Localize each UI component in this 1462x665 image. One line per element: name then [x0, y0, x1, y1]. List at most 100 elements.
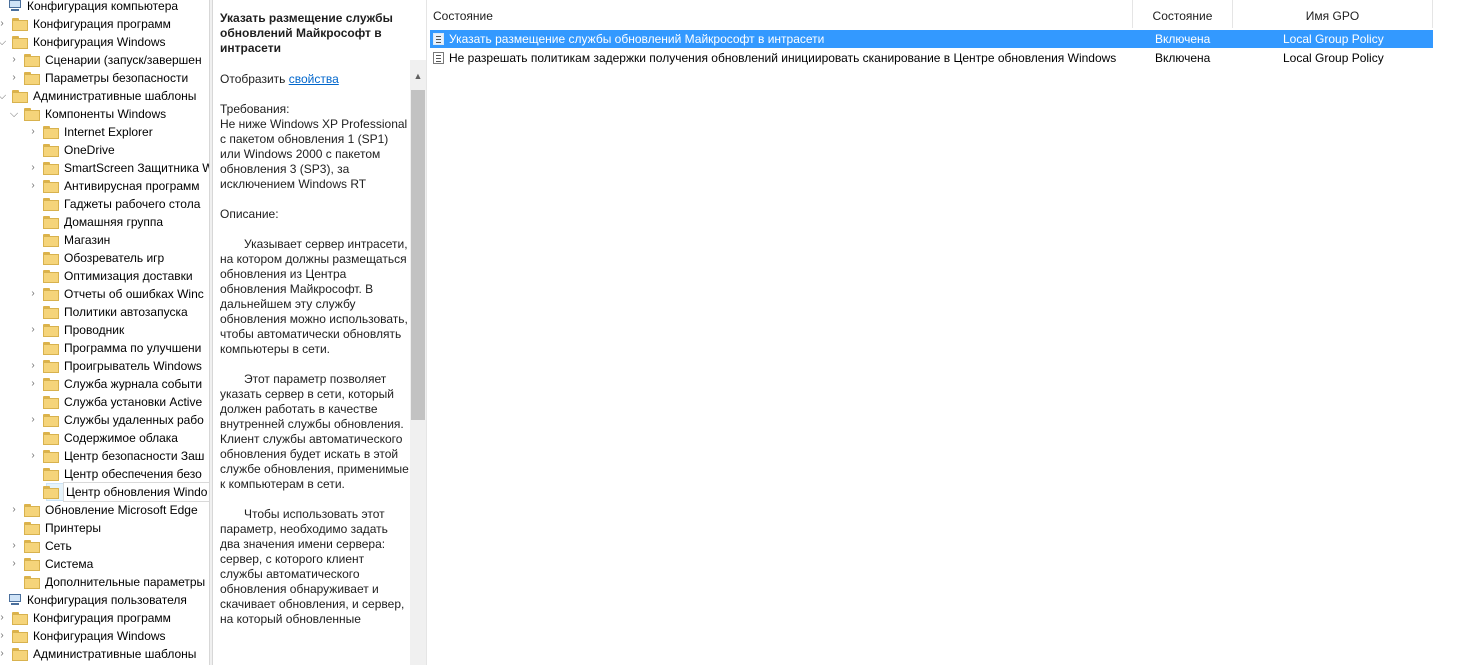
tree-item[interactable]: › Сценарии (запуск/завершен — [8, 51, 202, 69]
tree-item[interactable]: ⌵ Конфигурация Windows — [0, 33, 166, 51]
chevron-right-icon[interactable]: › — [27, 411, 39, 429]
chevron-down-icon[interactable]: ⌵ — [0, 87, 8, 105]
tree-item[interactable]: Служба установки Active — [27, 393, 202, 411]
folder-icon — [12, 647, 28, 661]
chevron-right-icon[interactable]: › — [27, 357, 39, 375]
tree-splitter[interactable] — [209, 0, 213, 665]
tree-item[interactable]: Гаджеты рабочего стола — [27, 195, 200, 213]
column-header-state[interactable]: Состояние — [1133, 0, 1233, 28]
tree-item[interactable]: Магазин — [27, 231, 110, 249]
chevron-right-icon[interactable]: › — [0, 645, 8, 663]
policy-row[interactable]: Указать размещение службы обновлений Май… — [430, 30, 1433, 48]
tree-item[interactable]: ⌵ Компоненты Windows — [8, 105, 166, 123]
tree-item-label: Административные шаблоны — [33, 647, 197, 661]
chevron-right-icon[interactable]: › — [8, 69, 20, 87]
chevron-right-icon[interactable]: › — [27, 285, 39, 303]
folder-icon — [43, 251, 59, 265]
tree-item-label: Конфигурация программ — [33, 611, 171, 625]
tree-item[interactable]: › Конфигурация Windows — [0, 627, 165, 645]
properties-link[interactable]: свойства — [289, 72, 339, 86]
tree-item[interactable]: › SmartScreen Защитника W — [27, 159, 209, 177]
policy-row[interactable]: Не разрешать политикам задержки получени… — [430, 49, 1433, 67]
tree-item[interactable]: › Службы удаленных рабо — [27, 411, 204, 429]
tree-item[interactable]: Обозреватель игр — [27, 249, 164, 267]
tree-item[interactable]: Содержимое облака — [27, 429, 178, 447]
policy-name: Не разрешать политикам задержки получени… — [449, 51, 1117, 65]
policy-list[interactable]: Состояние Состояние Имя GPO Указать разм… — [427, 0, 1462, 665]
column-header-gpo[interactable]: Имя GPO — [1233, 0, 1433, 28]
chevron-right-icon[interactable]: › — [27, 321, 39, 339]
tree-item[interactable]: Конфигурация пользователя — [0, 591, 187, 609]
tree-item[interactable]: › Обновление Microsoft Edge — [8, 501, 197, 519]
chevron-right-icon[interactable]: › — [27, 159, 39, 177]
chevron-right-icon[interactable]: › — [0, 627, 8, 645]
chevron-right-icon[interactable]: › — [0, 609, 8, 627]
tree-item[interactable]: ⌵ Административные шаблоны — [0, 87, 196, 105]
tree-item[interactable]: › Центр безопасности Заш — [27, 447, 204, 465]
policy-state: Включена — [1155, 32, 1211, 46]
chevron-right-icon[interactable]: › — [8, 51, 20, 69]
tree-item[interactable]: Центр обеспечения безо — [27, 465, 202, 483]
tree-item-label: Домашняя группа — [64, 215, 164, 229]
description-para-1: Указывает сервер интрасети, на котором д… — [220, 237, 408, 356]
tree-item-label: Отчеты об ошибках Winc — [64, 287, 204, 301]
chevron-right-icon[interactable]: › — [27, 123, 39, 141]
tree-item[interactable]: › Проводник — [27, 321, 124, 339]
tree-item[interactable]: Политики автозапуска — [27, 303, 188, 321]
policy-tree[interactable]: Конфигурация компьютера › Конфигурация про… — [0, 0, 209, 665]
chevron-right-icon[interactable]: › — [8, 537, 20, 555]
tree-item[interactable]: Центр обновления Windo — [27, 482, 209, 502]
tree-item[interactable]: › Конфигурация программ — [0, 15, 171, 33]
tree-item[interactable]: Принтеры — [8, 519, 101, 537]
tree-item[interactable]: › Административные шаблоны — [0, 645, 196, 663]
tree-item-label: Содержимое облака — [64, 431, 178, 445]
tree-item[interactable]: Программа по улучшени — [27, 339, 201, 357]
tree-item-label: Службы удаленных рабо — [64, 413, 204, 427]
description-scrollbar[interactable]: ▲ — [410, 60, 426, 665]
scroll-up-icon[interactable]: ▲ — [410, 68, 426, 84]
tree-item[interactable]: › Проигрыватель Windows — [27, 357, 202, 375]
tree-item[interactable]: › Параметры безопасности — [8, 69, 188, 87]
chevron-right-icon[interactable]: › — [27, 177, 39, 195]
folder-icon — [43, 323, 59, 337]
chevron-right-icon[interactable]: › — [27, 447, 39, 465]
tree-item[interactable]: Конфигурация компьютера — [0, 0, 178, 15]
folder-icon — [43, 377, 59, 391]
tree-item[interactable]: › Система — [8, 555, 93, 573]
folder-icon — [12, 611, 28, 625]
tree-item[interactable]: › Internet Explorer — [27, 123, 153, 141]
chevron-right-icon[interactable]: › — [27, 375, 39, 393]
tree-item[interactable]: OneDrive — [27, 141, 115, 159]
scroll-thumb[interactable] — [411, 90, 425, 420]
requirements-label: Требования: — [220, 102, 290, 116]
chevron-right-icon[interactable]: › — [0, 15, 8, 33]
chevron-down-icon[interactable]: ⌵ — [8, 105, 20, 123]
tree-item[interactable]: › Служба журнала событи — [27, 375, 202, 393]
tree-item[interactable]: Домашняя группа — [27, 213, 163, 231]
chevron-right-icon[interactable]: › — [8, 555, 20, 573]
tree-item[interactable]: Дополнительные параметры — [8, 573, 205, 591]
tree-item[interactable]: Оптимизация доставки — [27, 267, 193, 285]
tree-item-label: Дополнительные параметры — [45, 575, 206, 589]
tree-item[interactable]: › Отчеты об ошибках Winc — [27, 285, 204, 303]
policy-setting-icon — [433, 33, 444, 45]
show-properties: Отобразить свойства — [220, 72, 339, 86]
computer-icon — [8, 0, 22, 12]
column-header-name[interactable]: Состояние — [427, 0, 1133, 28]
policy-gpo: Local Group Policy — [1283, 51, 1384, 65]
chevron-down-icon[interactable]: ⌵ — [0, 33, 8, 51]
tree-item[interactable]: › Сеть — [8, 537, 71, 555]
tree-item-label: Конфигурация Windows — [33, 35, 166, 49]
tree-item-label: Internet Explorer — [64, 125, 153, 139]
tree-item[interactable]: › Антивирусная программ — [27, 177, 199, 195]
chevron-right-icon[interactable]: › — [8, 501, 20, 519]
tree-item-label: Сценарии (запуск/завершен — [45, 53, 202, 67]
tree-item-label: Оптимизация доставки — [64, 269, 193, 283]
tree-item-label: OneDrive — [64, 143, 115, 157]
tree-item[interactable]: › Конфигурация программ — [0, 609, 171, 627]
policy-state: Включена — [1155, 51, 1211, 65]
